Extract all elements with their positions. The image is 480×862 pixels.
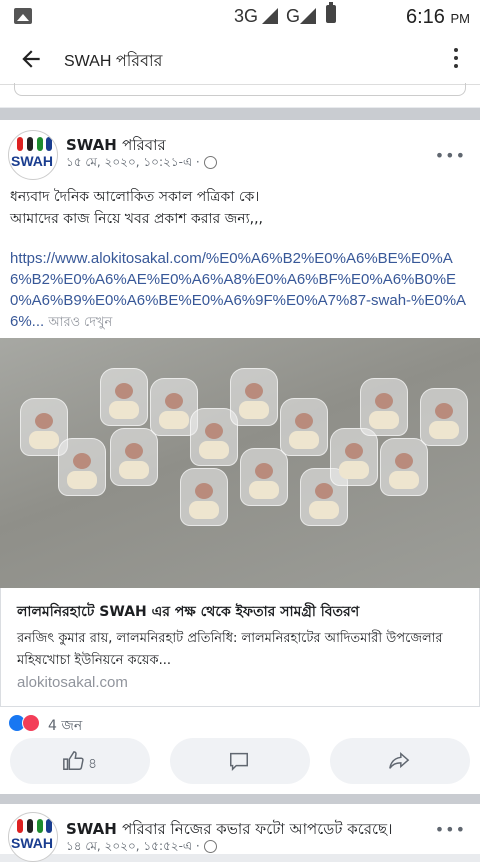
avatar-logo-text: SWAH xyxy=(11,153,53,169)
feed-divider-2 xyxy=(0,794,480,804)
battery-icon xyxy=(326,2,336,23)
link-preview-domain: alokitosakal.com xyxy=(17,674,128,691)
like-count: ৪ xyxy=(88,756,98,772)
link-preview-title: লালমনিরহাটে SWAH এর পক্ষ থেকে ইফতার সামগ… xyxy=(17,604,360,620)
app-bar: SWAH পরিবার xyxy=(0,34,480,85)
comment-button[interactable] xyxy=(170,738,310,784)
post-text-line2: আমাদের কাজ নিয়ে খবর প্রকাশ করার জন্য,,, xyxy=(10,211,263,227)
post-photo[interactable] xyxy=(0,338,480,588)
post-timestamp-text: ১৫ মে, ২০২০, ১০:২১-এ · xyxy=(66,155,200,169)
post2-author-rest: পরিবার নিজের কভার ফটো আপডেট করেছে। xyxy=(122,820,393,838)
status-bar: 3G G 6:16 PM xyxy=(0,0,480,34)
post2-more-icon[interactable]: ••• xyxy=(435,820,466,839)
page-title: SWAH পরিবার xyxy=(64,53,163,70)
post2-author-bold: SWAH xyxy=(66,820,117,838)
comment-icon xyxy=(230,752,248,772)
overflow-menu-icon[interactable] xyxy=(454,48,460,72)
gallery-notification-icon xyxy=(14,8,32,24)
post-text: ধন্যবাদ দৈনিক আলোকিত সকাল পত্রিকা কে। আম… xyxy=(10,186,470,230)
link-preview-description: রনজিৎ কুমার রায়, লালমনিরহাট প্রতিনিধি: … xyxy=(17,631,443,668)
post2-timestamp-text: ১৪ মে, ২০২০, ১৫:৫২-এ · xyxy=(66,839,200,853)
see-more-link[interactable]: আরও দেখুন xyxy=(48,314,112,329)
signal-icon-2 xyxy=(300,8,316,24)
post-timestamp[interactable]: ১৫ মে, ২০২০, ১০:২১-এ · xyxy=(66,154,217,174)
reaction-count: 4 জন xyxy=(48,718,83,734)
like-button[interactable]: ৪ xyxy=(10,738,150,784)
post-link[interactable]: https://www.alokitosakal.com/%E0%A6%B2%E… xyxy=(10,248,470,332)
avatar-2[interactable]: SWAH xyxy=(8,812,58,862)
back-arrow-icon[interactable] xyxy=(18,46,44,72)
feed-divider xyxy=(0,108,480,120)
thumbs-up-icon xyxy=(63,751,84,770)
signal-icon xyxy=(262,8,278,24)
link-preview-card[interactable]: লালমনিরহাটে SWAH এর পক্ষ থেকে ইফতার সামগ… xyxy=(0,588,480,707)
avatar-2-logo-text: SWAH xyxy=(11,835,53,851)
post-text-line1: ধন্যবাদ দৈনিক আলোকিত সকাল পত্রিকা কে। xyxy=(10,189,260,205)
post-author-bold: SWAH xyxy=(66,136,117,154)
share-icon xyxy=(389,752,410,769)
feed-post: SWAH SWAH পরিবার ১৫ মে, ২০২০, ১০:২১-এ · … xyxy=(0,120,480,794)
post2-timestamp[interactable]: ১৪ মে, ২০২০, ১৫:৫২-এ · xyxy=(66,838,217,858)
network-type-label: 3G xyxy=(234,6,259,26)
clock-ampm: PM xyxy=(450,11,471,26)
post-more-icon[interactable]: ••• xyxy=(435,146,466,165)
feed-post-2: SWAH SWAH পরিবার নিজের কভার ফটো আপডেট কর… xyxy=(0,804,480,862)
network-type-label-2: G xyxy=(286,6,301,26)
globe-icon xyxy=(203,156,217,169)
post-author-rest: পরিবার xyxy=(122,136,166,154)
clock: 6:16 PM xyxy=(406,6,470,29)
love-reaction-icon xyxy=(22,714,40,732)
previous-card-edge xyxy=(0,83,480,107)
clock-time: 6:16 xyxy=(406,6,445,28)
share-button[interactable] xyxy=(330,738,470,784)
globe-icon-2 xyxy=(203,840,217,853)
avatar[interactable]: SWAH xyxy=(8,130,58,180)
